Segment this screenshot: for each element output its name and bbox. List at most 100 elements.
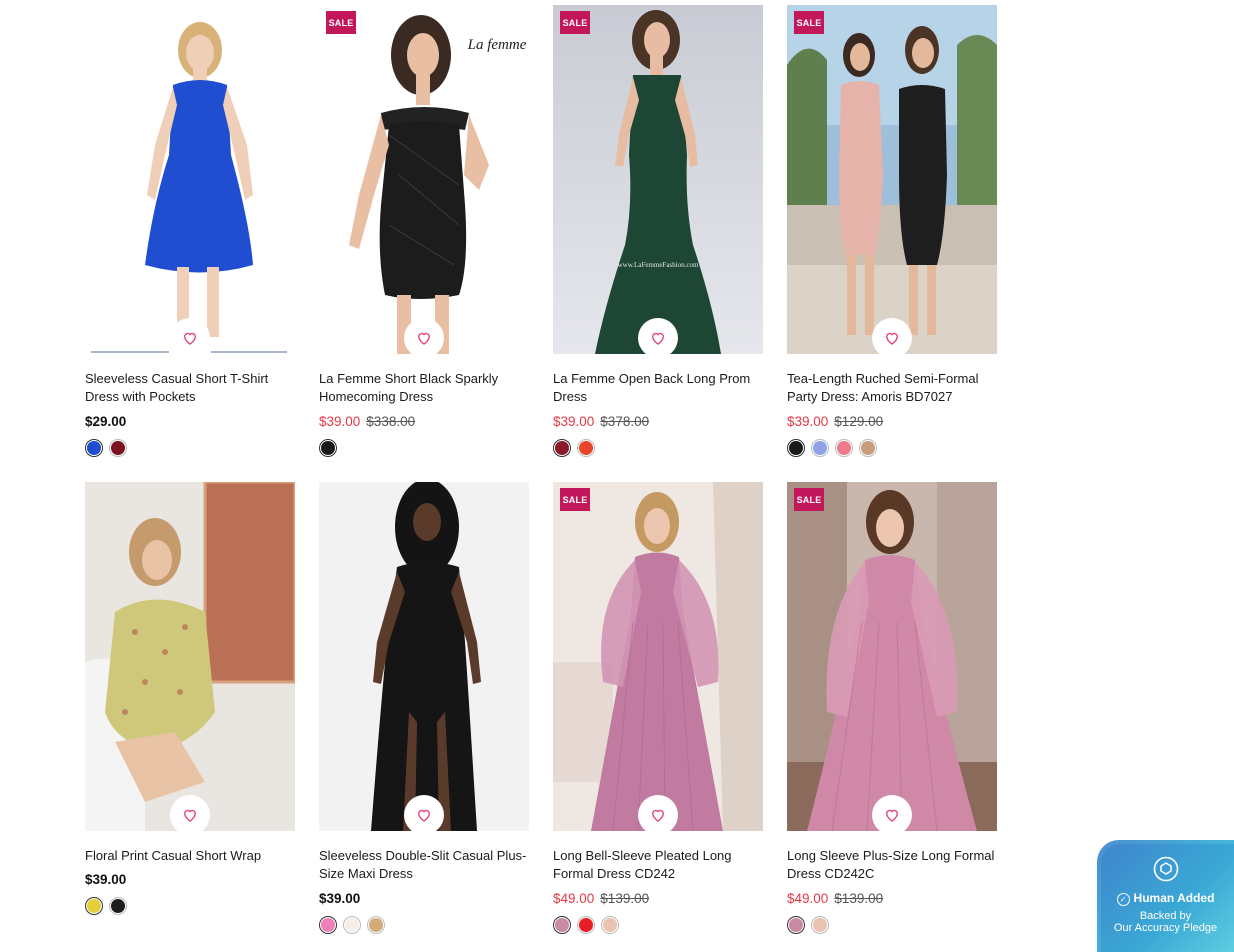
color-swatches bbox=[319, 916, 529, 934]
color-swatch-pink[interactable] bbox=[319, 916, 337, 934]
heart-icon bbox=[886, 809, 898, 822]
wishlist-button[interactable] bbox=[404, 795, 444, 831]
color-swatch-blush[interactable] bbox=[811, 916, 829, 934]
product-price: $39.00 bbox=[787, 414, 829, 429]
product-image[interactable]: SALE bbox=[787, 482, 997, 831]
badge-title-row: ✓ Human Added bbox=[1097, 891, 1234, 906]
color-swatch-blue[interactable] bbox=[85, 439, 103, 457]
badge-title: Human Added bbox=[1133, 891, 1215, 905]
product-title[interactable]: Floral Print Casual Short Wrap Dress bbox=[85, 847, 295, 865]
product-photo-green-prom-dress: www.LaFemmeFashion.com bbox=[553, 5, 763, 354]
product-price: $39.00 bbox=[553, 414, 595, 429]
product-image[interactable]: SALE bbox=[553, 482, 763, 831]
row-spacer bbox=[85, 457, 295, 482]
wishlist-button[interactable] bbox=[170, 795, 210, 831]
wishlist-button[interactable] bbox=[872, 318, 912, 354]
color-swatch-mauve[interactable] bbox=[787, 916, 805, 934]
product-price-row: $39.00 bbox=[319, 890, 529, 908]
sale-badge: SALE bbox=[794, 11, 824, 34]
color-swatch-coral[interactable] bbox=[835, 439, 853, 457]
product-card[interactable]: SALE Long Bell-Sleeve Pleated Long Forma… bbox=[553, 482, 763, 934]
product-title[interactable]: Sleeveless Casual Short T-Shirt Dress wi… bbox=[85, 370, 295, 406]
color-swatch-periwinkle[interactable] bbox=[811, 439, 829, 457]
badge-subtitle-line1: Backed by bbox=[1139, 910, 1192, 922]
check-circle-icon: ✓ bbox=[1116, 893, 1130, 906]
product-old-price: $129.00 bbox=[834, 414, 884, 429]
image-watermark: www.LaFemmeFashion.com bbox=[618, 261, 699, 269]
color-swatches bbox=[319, 439, 529, 457]
color-swatch-burgundy[interactable] bbox=[553, 439, 571, 457]
product-card[interactable]: SALE Tea-Length Ruched Semi-Formal Party… bbox=[787, 5, 997, 457]
product-image[interactable] bbox=[85, 5, 295, 354]
color-swatch-yellow[interactable] bbox=[85, 897, 103, 915]
accuracy-pledge-badge[interactable]: ✓ Human Added Backed by Our Accuracy Pled… bbox=[1097, 840, 1234, 952]
color-swatch-red[interactable] bbox=[577, 439, 595, 457]
product-image[interactable]: La femme SALE bbox=[319, 5, 529, 354]
color-swatches bbox=[787, 916, 997, 934]
color-swatch-black[interactable] bbox=[319, 439, 337, 457]
badge-subtitle: Backed by Our Accuracy Pledge bbox=[1097, 910, 1234, 934]
product-image[interactable] bbox=[85, 482, 295, 831]
product-image[interactable] bbox=[319, 482, 529, 831]
badge-logo-icon bbox=[1153, 856, 1179, 882]
product-grid: Sleeveless Casual Short T-Shirt Dress wi… bbox=[85, 5, 997, 934]
product-image[interactable]: SALE bbox=[787, 5, 997, 354]
wishlist-button[interactable] bbox=[404, 318, 444, 354]
product-price-row: $49.00 $139.00 bbox=[787, 890, 997, 908]
color-swatch-taupe[interactable] bbox=[859, 439, 877, 457]
product-photo-plus-size-formal-dress bbox=[787, 482, 997, 831]
product-image[interactable]: www.LaFemmeFashion.com SALE bbox=[553, 5, 763, 354]
sale-badge: SALE bbox=[326, 11, 356, 34]
product-card[interactable]: SALE Long Sleeve Plus-Size Long Formal D… bbox=[787, 482, 997, 934]
wishlist-button[interactable] bbox=[170, 318, 210, 354]
badge-subtitle-line2: Our Accuracy Pledge bbox=[1113, 922, 1218, 934]
product-old-price: $338.00 bbox=[366, 414, 416, 429]
brand-logo: La femme bbox=[467, 37, 527, 53]
product-card[interactable]: Sleeveless Double-Slit Casual Plus-Size … bbox=[319, 482, 529, 934]
product-title[interactable]: La Femme Short Black Sparkly Homecoming … bbox=[319, 370, 529, 406]
product-title[interactable]: Long Sleeve Plus-Size Long Formal Dress … bbox=[787, 847, 997, 883]
product-price: $49.00 bbox=[553, 891, 595, 906]
product-card[interactable]: La femme SALE La Femme Short Black Spark… bbox=[319, 5, 529, 457]
color-swatch-red[interactable] bbox=[577, 916, 595, 934]
wishlist-button[interactable] bbox=[638, 795, 678, 831]
product-title[interactable]: Tea-Length Ruched Semi-Formal Party Dres… bbox=[787, 370, 997, 406]
sale-badge: SALE bbox=[560, 488, 590, 511]
product-title[interactable]: Sleeveless Double-Slit Casual Plus-Size … bbox=[319, 847, 529, 883]
product-photo-black-maxi-dress bbox=[319, 482, 529, 831]
color-swatches bbox=[553, 916, 763, 934]
color-swatch-black[interactable] bbox=[109, 897, 127, 915]
product-card[interactable]: Sleeveless Casual Short T-Shirt Dress wi… bbox=[85, 5, 295, 457]
row-spacer bbox=[787, 457, 997, 482]
heart-icon bbox=[418, 332, 430, 345]
product-old-price: $378.00 bbox=[600, 414, 650, 429]
heart-icon bbox=[184, 809, 196, 822]
product-old-price: $139.00 bbox=[834, 891, 884, 906]
product-photo-bell-sleeve-pleated-dress bbox=[553, 482, 763, 831]
color-swatch-mauve[interactable] bbox=[553, 916, 571, 934]
product-card[interactable]: Floral Print Casual Short Wrap Dress $39… bbox=[85, 482, 295, 934]
wishlist-button[interactable] bbox=[638, 318, 678, 354]
color-swatch-burgundy[interactable] bbox=[109, 439, 127, 457]
wishlist-button[interactable] bbox=[872, 795, 912, 831]
row-spacer bbox=[319, 457, 529, 482]
color-swatch-tan[interactable] bbox=[367, 916, 385, 934]
color-swatch-ivory[interactable] bbox=[343, 916, 361, 934]
product-price: $29.00 bbox=[85, 414, 127, 429]
product-photo-floral-wrap-dress bbox=[85, 482, 295, 831]
product-title[interactable]: Long Bell-Sleeve Pleated Long Formal Dre… bbox=[553, 847, 763, 883]
product-price: $39.00 bbox=[319, 414, 361, 429]
product-price: $39.00 bbox=[85, 872, 127, 887]
product-price-row: $39.00 $129.00 bbox=[787, 413, 997, 431]
sale-badge: SALE bbox=[560, 11, 590, 34]
heart-icon bbox=[652, 809, 664, 822]
product-price: $39.00 bbox=[319, 891, 361, 906]
heart-icon bbox=[886, 332, 898, 345]
product-price-row: $49.00 $139.00 bbox=[553, 890, 763, 908]
product-card[interactable]: www.LaFemmeFashion.com SALE La Femme Ope… bbox=[553, 5, 763, 457]
color-swatch-blush[interactable] bbox=[601, 916, 619, 934]
color-swatch-black[interactable] bbox=[787, 439, 805, 457]
color-swatches bbox=[85, 897, 295, 915]
product-price-row: $39.00 $378.00 bbox=[553, 413, 763, 431]
product-title[interactable]: La Femme Open Back Long Prom Dress bbox=[553, 370, 763, 406]
